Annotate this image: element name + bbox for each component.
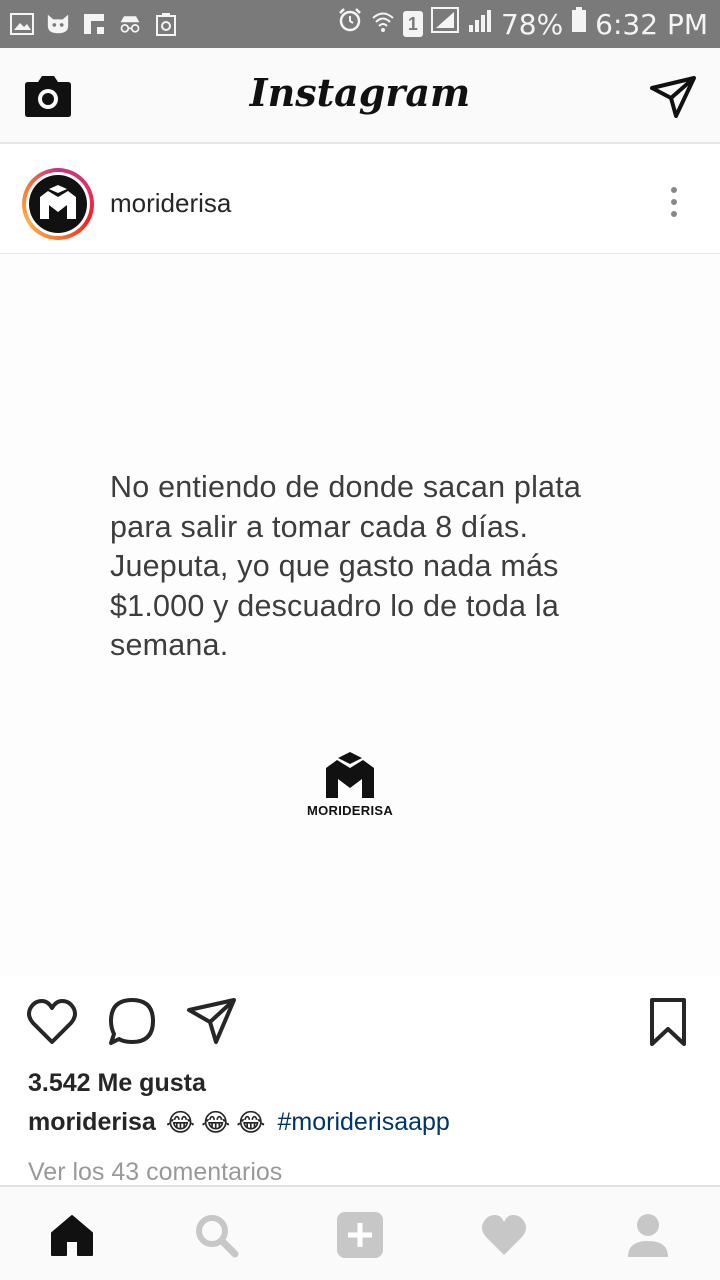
signal-bars-icon bbox=[467, 7, 493, 41]
incognito-icon bbox=[118, 12, 142, 36]
gallery-icon bbox=[10, 12, 34, 36]
post-actions bbox=[0, 990, 720, 1054]
clock: 6:32 PM bbox=[595, 7, 708, 41]
activity-heart-icon[interactable] bbox=[480, 1211, 528, 1259]
caption-username[interactable]: moriderisa bbox=[28, 1108, 156, 1137]
alarm-icon bbox=[337, 7, 363, 41]
avatar[interactable] bbox=[22, 168, 94, 240]
cat-face-icon bbox=[46, 12, 70, 36]
direct-send-icon[interactable] bbox=[650, 76, 696, 118]
signal-icon bbox=[430, 7, 459, 41]
post-image-brand: MORIDERISA bbox=[306, 803, 394, 818]
sim-icon: 1 bbox=[402, 11, 423, 37]
bookmark-icon[interactable] bbox=[642, 996, 694, 1048]
moriderisa-logo-icon bbox=[40, 185, 76, 219]
status-bar: 1 78% 6:32 PM bbox=[0, 0, 720, 48]
share-icon[interactable] bbox=[186, 996, 238, 1048]
instagram-logo: Instagram bbox=[249, 70, 471, 115]
wifi-icon bbox=[371, 7, 395, 41]
more-options-icon[interactable] bbox=[668, 186, 680, 218]
profile-icon[interactable] bbox=[624, 1211, 672, 1259]
battery-icon bbox=[571, 7, 587, 41]
post-header: moriderisa bbox=[0, 146, 720, 254]
comment-icon[interactable] bbox=[106, 996, 158, 1048]
likes-count[interactable]: 3.542 Me gusta bbox=[28, 1069, 206, 1098]
bottom-nav bbox=[0, 1185, 720, 1280]
post-image-text: No entiendo de donde sacan plata para sa… bbox=[110, 470, 582, 662]
view-comments-link[interactable]: Ver los 43 comentarios bbox=[28, 1158, 282, 1187]
app-header: Instagram bbox=[0, 48, 720, 144]
add-post-icon[interactable] bbox=[336, 1211, 384, 1259]
post-username[interactable]: moriderisa bbox=[110, 188, 231, 219]
recycle-icon bbox=[154, 12, 178, 36]
home-icon[interactable] bbox=[48, 1211, 96, 1259]
search-icon[interactable] bbox=[192, 1211, 240, 1259]
like-heart-icon[interactable] bbox=[26, 996, 78, 1048]
laughing-emoji: 😂 bbox=[201, 1108, 231, 1137]
laughing-emoji: 😂 bbox=[165, 1108, 196, 1137]
post-caption: moriderisa 😂 😂 😂 #moriderisaapp bbox=[28, 1108, 450, 1137]
battery-percent: 78% bbox=[500, 7, 564, 41]
caption-hashtag[interactable]: #moriderisaapp bbox=[278, 1108, 450, 1137]
flipboard-icon bbox=[82, 12, 106, 36]
moriderisa-logo-icon bbox=[322, 752, 378, 802]
laughing-emoji: 😂 bbox=[236, 1108, 266, 1137]
